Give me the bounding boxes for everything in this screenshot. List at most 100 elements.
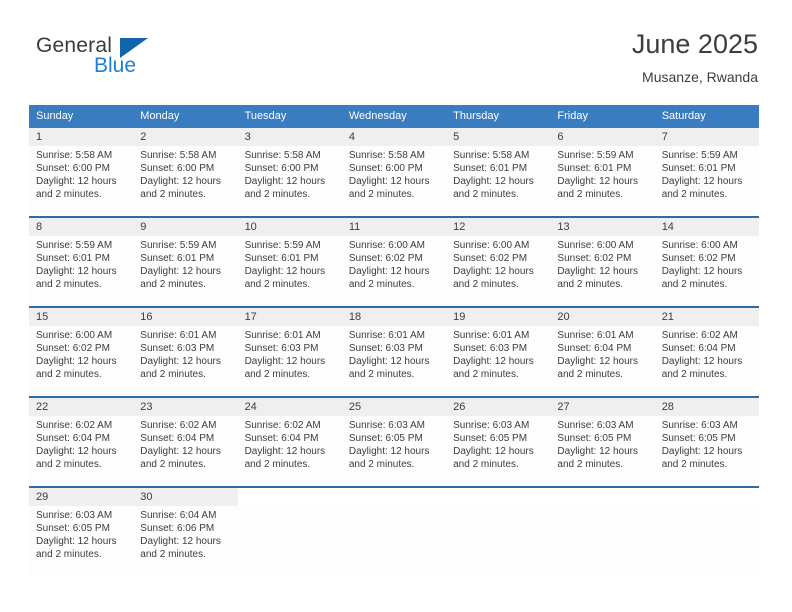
day-cell[interactable]: Sunrise: 6:01 AM Sunset: 6:04 PM Daylight:… — [550, 326, 655, 396]
day-number-empty — [237, 488, 342, 506]
day-daylight-text: Daylight: 12 hours — [36, 356, 117, 367]
day-sunrise-text: Sunrise: 6:03 AM — [557, 420, 634, 431]
day-sunrise-text: Sunrise: 6:00 AM — [348, 240, 425, 251]
day-number[interactable]: 11 — [341, 218, 447, 236]
day-number-empty — [550, 488, 655, 506]
day-daylight-text: Daylight: 12 hours — [140, 266, 221, 277]
day-number[interactable]: 30 — [133, 488, 238, 506]
day-number[interactable]: 14 — [654, 218, 759, 236]
brand-logo[interactable]: General Blue — [36, 34, 256, 86]
day-number[interactable]: 16 — [133, 308, 238, 326]
week-detail-band: Sunrise: 5:59 AM Sunset: 6:01 PM Daylight:… — [29, 236, 759, 306]
day-number[interactable]: 2 — [133, 128, 238, 146]
day-daylight-text: Daylight: 12 hours — [453, 356, 534, 367]
week-date-band: 1234567 — [29, 128, 759, 146]
day-number[interactable]: 19 — [446, 308, 551, 326]
day-number[interactable]: 15 — [29, 308, 134, 326]
day-number[interactable]: 1 — [29, 128, 134, 146]
day-number[interactable]: 10 — [237, 218, 342, 236]
brand-name-bottom: Blue — [94, 54, 137, 77]
day-sunrise-text: Sunrise: 6:03 AM — [661, 420, 738, 431]
day-number[interactable]: 21 — [654, 308, 759, 326]
day-cell[interactable]: Sunrise: 6:04 AM Sunset: 6:06 PM Daylight:… — [133, 506, 238, 576]
day-sunset-text: Sunset: 6:01 PM — [557, 163, 632, 174]
day-daylight-text: and 2 minutes. — [661, 279, 728, 290]
day-cell[interactable]: Sunrise: 6:00 AM Sunset: 6:02 PM Daylight:… — [446, 236, 551, 306]
day-sunrise-text: Sunrise: 5:59 AM — [36, 240, 113, 251]
day-sunset-text: Sunset: 6:01 PM — [661, 163, 736, 174]
calendar-week-row: 1 2 3 4 5 6 7 Sunrise: 5:58 AM Sunset: 6:00 PM Da… — [29, 128, 759, 216]
day-sunset-text: Sunset: 6:01 PM — [453, 163, 528, 174]
day-number[interactable]: 17 — [237, 308, 342, 326]
day-sunrise-text: Sunrise: 6:00 AM — [557, 240, 634, 251]
day-cell[interactable]: Sunrise: 6:00 AM Sunset: 6:02 PM Daylight:… — [654, 236, 759, 306]
day-cell-empty — [654, 506, 759, 576]
day-number[interactable]: 3 — [237, 128, 342, 146]
day-cell[interactable]: Sunrise: 6:00 AM Sunset: 6:02 PM Daylight:… — [341, 236, 447, 306]
day-daylight-text: Daylight: 12 hours — [244, 266, 326, 277]
day-number[interactable]: 22 — [29, 398, 134, 416]
day-number[interactable]: 24 — [237, 398, 342, 416]
day-number[interactable]: 28 — [654, 398, 759, 416]
day-number[interactable]: 29 — [29, 488, 134, 506]
day-sunrise-text: Sunrise: 6:02 AM — [244, 420, 321, 431]
day-daylight-text: and 2 minutes. — [348, 459, 415, 470]
day-cell[interactable]: Sunrise: 6:03 AM Sunset: 6:05 PM Daylight:… — [341, 416, 447, 486]
calendar-page: General Blue June 2025 Musanze, Rwanda S… — [0, 0, 792, 612]
week-detail-band: Sunrise: 6:03 AM Sunset: 6:05 PM Daylight:… — [29, 506, 759, 576]
day-number[interactable]: 12 — [446, 218, 551, 236]
day-cell[interactable]: Sunrise: 6:03 AM Sunset: 6:05 PM Daylight:… — [550, 416, 655, 486]
day-number[interactable]: 9 — [133, 218, 238, 236]
day-cell[interactable]: Sunrise: 6:02 AM Sunset: 6:04 PM Daylight:… — [654, 326, 759, 396]
day-number[interactable]: 7 — [654, 128, 759, 146]
day-daylight-text: Daylight: 12 hours — [661, 176, 743, 187]
day-cell[interactable]: Sunrise: 5:59 AM Sunset: 6:01 PM Daylight:… — [654, 146, 759, 216]
day-cell[interactable]: Sunrise: 5:59 AM Sunset: 6:01 PM Daylight:… — [550, 146, 655, 216]
day-number[interactable]: 23 — [133, 398, 238, 416]
day-daylight-text: Daylight: 12 hours — [140, 536, 221, 547]
day-cell[interactable]: Sunrise: 6:03 AM Sunset: 6:05 PM Daylight:… — [29, 506, 134, 576]
day-sunset-text: Sunset: 6:06 PM — [140, 523, 215, 534]
day-sunrise-text: Sunrise: 5:59 AM — [244, 240, 321, 251]
week-detail-band: Sunrise: 5:58 AM Sunset: 6:00 PM Daylight:… — [29, 146, 759, 216]
day-number[interactable]: 4 — [341, 128, 447, 146]
day-daylight-text: and 2 minutes. — [244, 189, 311, 200]
day-cell[interactable]: Sunrise: 6:02 AM Sunset: 6:04 PM Daylight:… — [237, 416, 342, 486]
day-number[interactable]: 18 — [341, 308, 447, 326]
day-number[interactable]: 25 — [341, 398, 447, 416]
day-cell[interactable]: Sunrise: 5:58 AM Sunset: 6:00 PM Daylight:… — [341, 146, 447, 216]
day-cell[interactable]: Sunrise: 6:01 AM Sunset: 6:03 PM Daylight:… — [341, 326, 447, 396]
day-cell[interactable]: Sunrise: 6:00 AM Sunset: 6:02 PM Daylight:… — [550, 236, 655, 306]
day-cell[interactable]: Sunrise: 5:58 AM Sunset: 6:00 PM Daylight:… — [133, 146, 238, 216]
page-header: General Blue June 2025 Musanze, Rwanda — [0, 0, 792, 96]
calendar-weeks: 1 2 3 4 5 6 7 Sunrise: 5:58 AM Sunset: 6:00 PM Da… — [29, 128, 759, 576]
day-number[interactable]: 20 — [550, 308, 655, 326]
day-cell[interactable]: Sunrise: 6:01 AM Sunset: 6:03 PM Daylight:… — [237, 326, 342, 396]
weekday-header-saturday: Saturday — [661, 110, 706, 122]
day-cell[interactable]: Sunrise: 6:02 AM Sunset: 6:04 PM Daylight:… — [29, 416, 134, 486]
day-sunset-text: Sunset: 6:00 PM — [348, 163, 423, 174]
day-sunset-text: Sunset: 6:00 PM — [244, 163, 319, 174]
day-cell[interactable]: Sunrise: 6:03 AM Sunset: 6:05 PM Daylight:… — [654, 416, 759, 486]
day-cell[interactable]: Sunrise: 5:59 AM Sunset: 6:01 PM Daylight:… — [29, 236, 134, 306]
day-number[interactable]: 6 — [550, 128, 655, 146]
day-number[interactable]: 27 — [550, 398, 655, 416]
day-cell[interactable]: Sunrise: 5:58 AM Sunset: 6:01 PM Daylight:… — [446, 146, 551, 216]
day-cell[interactable]: Sunrise: 5:58 AM Sunset: 6:00 PM Daylight:… — [29, 146, 134, 216]
day-number[interactable]: 26 — [446, 398, 551, 416]
day-cell[interactable]: Sunrise: 6:03 AM Sunset: 6:05 PM Daylight:… — [446, 416, 551, 486]
day-cell[interactable]: Sunrise: 6:01 AM Sunset: 6:03 PM Daylight:… — [446, 326, 551, 396]
day-cell[interactable]: Sunrise: 6:02 AM Sunset: 6:04 PM Daylight:… — [133, 416, 238, 486]
day-sunset-text: Sunset: 6:01 PM — [140, 253, 215, 264]
day-cell[interactable]: Sunrise: 6:00 AM Sunset: 6:02 PM Daylight:… — [29, 326, 134, 396]
day-daylight-text: and 2 minutes. — [557, 369, 624, 380]
day-number[interactable]: 8 — [29, 218, 134, 236]
day-number[interactable]: 13 — [550, 218, 655, 236]
day-cell[interactable]: Sunrise: 6:01 AM Sunset: 6:03 PM Daylight:… — [133, 326, 238, 396]
day-sunset-text: Sunset: 6:05 PM — [36, 523, 110, 534]
day-cell[interactable]: Sunrise: 5:59 AM Sunset: 6:01 PM Daylight:… — [133, 236, 238, 306]
day-number[interactable]: 5 — [446, 128, 551, 146]
day-cell[interactable]: Sunrise: 5:58 AM Sunset: 6:00 PM Daylight:… — [237, 146, 342, 216]
day-cell[interactable]: Sunrise: 5:59 AM Sunset: 6:01 PM Daylight:… — [237, 236, 342, 306]
day-daylight-text: and 2 minutes. — [557, 279, 624, 290]
